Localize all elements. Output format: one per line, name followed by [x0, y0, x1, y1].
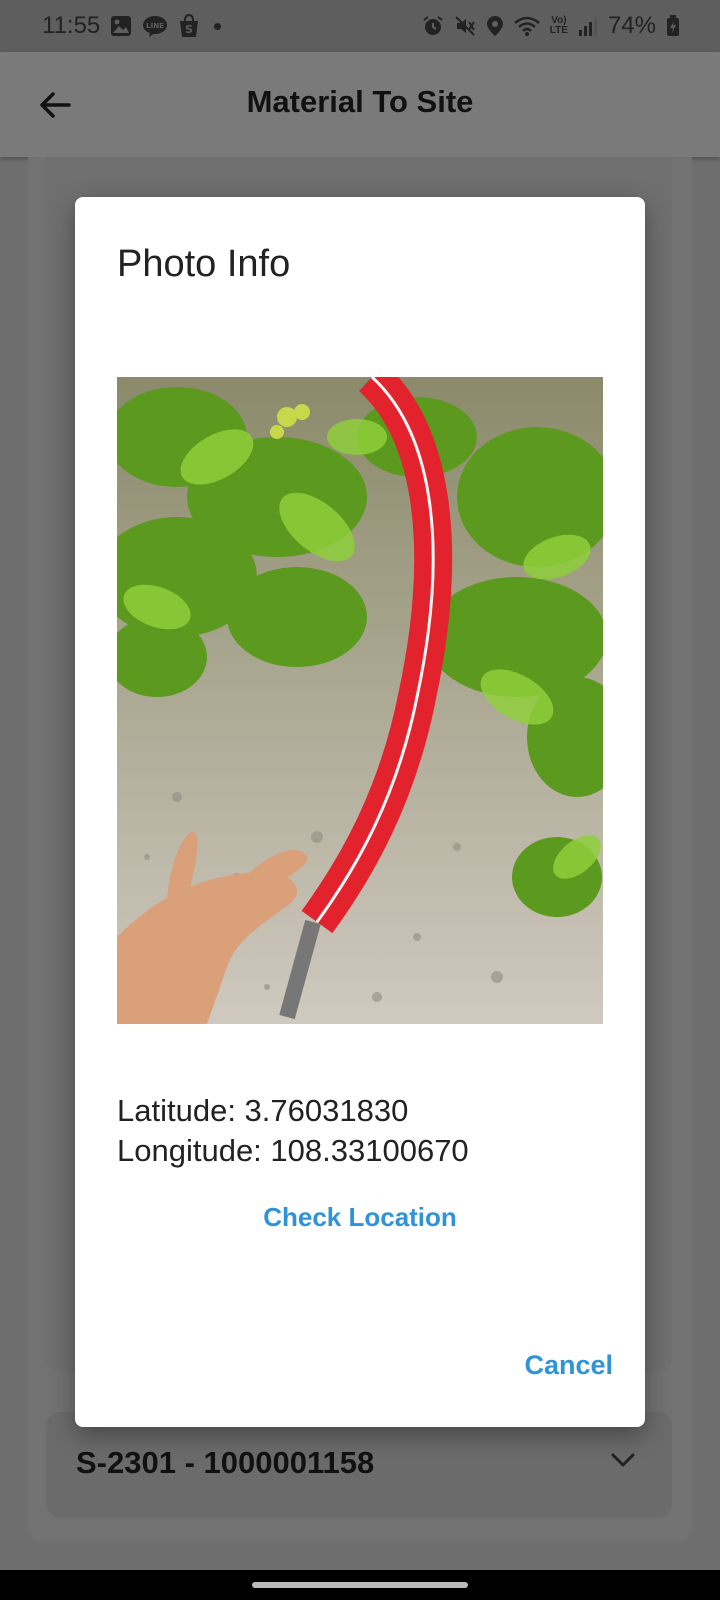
cancel-button[interactable]: Cancel: [524, 1350, 613, 1381]
battery-icon: [666, 15, 680, 37]
signal-icon: [578, 16, 598, 36]
status-time: 11:55: [42, 12, 101, 39]
shipment-card[interactable]: S-2301 - 1000001158: [46, 1412, 672, 1518]
check-location-button[interactable]: Check Location: [75, 1202, 645, 1233]
site-photo: [117, 377, 603, 1024]
app-bar: Material To Site: [0, 52, 720, 157]
volte-icon: Vo) LTE: [549, 15, 568, 36]
notification-dot-icon: [214, 22, 222, 30]
wifi-icon: [513, 15, 540, 37]
shipment-card-title: S-2301 - 1000001158: [76, 1445, 375, 1480]
svg-text:LINE: LINE: [146, 22, 164, 30]
photo-info-dialog: Photo Info Latitude: 3.76031830 Longitud…: [75, 197, 645, 1427]
location-icon: [486, 15, 504, 37]
dialog-title: Photo Info: [117, 243, 291, 285]
alarm-icon: [422, 15, 444, 37]
chevron-down-icon[interactable]: [610, 1452, 636, 1473]
svg-text:S: S: [185, 23, 193, 36]
battery-percent: 74%: [607, 12, 656, 39]
longitude-text: Longitude: 108.33100670: [117, 1133, 469, 1168]
mute-icon: [454, 15, 476, 37]
navigation-bar: [0, 1570, 720, 1600]
latitude-text: Latitude: 3.76031830: [117, 1093, 409, 1128]
status-bar-right: Vo) LTE 74%: [422, 12, 680, 40]
page-title: Material To Site: [246, 84, 474, 119]
gallery-icon: [110, 15, 132, 37]
status-bar: 11:55 LINE S Vo) LTE 74%: [0, 0, 720, 52]
status-bar-left: 11:55 LINE S: [42, 12, 222, 40]
line-app-icon: LINE: [142, 15, 168, 37]
shopee-icon: S: [178, 14, 200, 38]
home-gesture-handle[interactable]: [252, 1582, 468, 1588]
